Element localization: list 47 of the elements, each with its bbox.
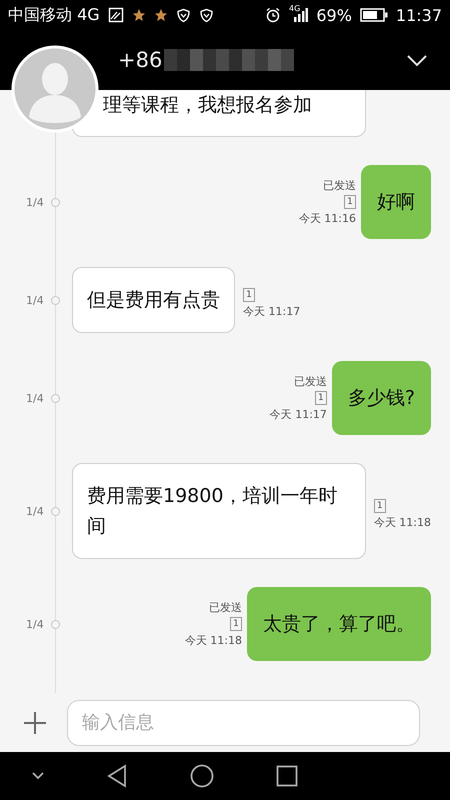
timeline-dot: [51, 198, 60, 206]
message-time: 今天 11:17: [270, 407, 327, 422]
sim-badge: 1: [344, 195, 356, 209]
slot-label: 1/4: [26, 196, 42, 208]
slot-label: 1/4: [26, 294, 42, 306]
slot-label: 1/4: [26, 618, 42, 630]
sim-badge: 1: [314, 391, 327, 405]
sim-badge: 1: [230, 617, 242, 631]
sent-status: 已发送: [209, 600, 242, 615]
battery-icon: [360, 8, 388, 22]
timeline-dot: [51, 620, 60, 628]
battery-percent: 69%: [316, 6, 352, 24]
sim-badge: 1: [243, 288, 255, 302]
sent-status: 已发送: [323, 178, 356, 193]
add-icon[interactable]: [23, 710, 47, 734]
sent-message: 太贵了，算了吧。: [247, 587, 431, 661]
star-icon: [132, 8, 146, 22]
timeline-dot: [51, 296, 60, 304]
contact-number: +86: [118, 48, 162, 72]
message-input[interactable]: 输入信息: [67, 700, 420, 746]
chevron-down-icon[interactable]: [30, 771, 45, 781]
back-icon[interactable]: [106, 764, 128, 788]
slot-label: 1/4: [26, 392, 42, 404]
avatar-icon[interactable]: [11, 45, 99, 133]
recents-icon[interactable]: [276, 765, 298, 787]
timeline-dot: [51, 394, 60, 402]
shield-icon: [176, 8, 191, 22]
home-icon[interactable]: [190, 764, 214, 788]
sent-status: 已发送: [294, 374, 327, 389]
received-message: 理等课程，我想报名参加: [72, 90, 366, 137]
received-message: 但是费用有点贵: [72, 267, 235, 333]
network-label: 4G: [289, 4, 300, 13]
message-time: 今天 11:18: [184, 633, 242, 648]
shield-icon: [198, 8, 214, 22]
clock: 11:37: [396, 6, 442, 24]
carrier-label: 中国移动 4G: [8, 4, 100, 26]
sent-message: 多少钱?: [332, 361, 431, 435]
received-message: 费用需要19800，培训一年时间: [72, 463, 366, 559]
timeline-dot: [51, 506, 60, 516]
star-icon: [154, 8, 168, 22]
message-time: 今天 11:18: [374, 514, 431, 530]
sent-message: 好啊: [361, 165, 431, 239]
sim-badge: 1: [374, 498, 386, 512]
slot-label: 1/4: [26, 504, 42, 518]
message-time: 今天 11:16: [298, 211, 356, 226]
message-time: 今天 11:17: [243, 304, 300, 318]
alarm-icon: [265, 7, 282, 23]
